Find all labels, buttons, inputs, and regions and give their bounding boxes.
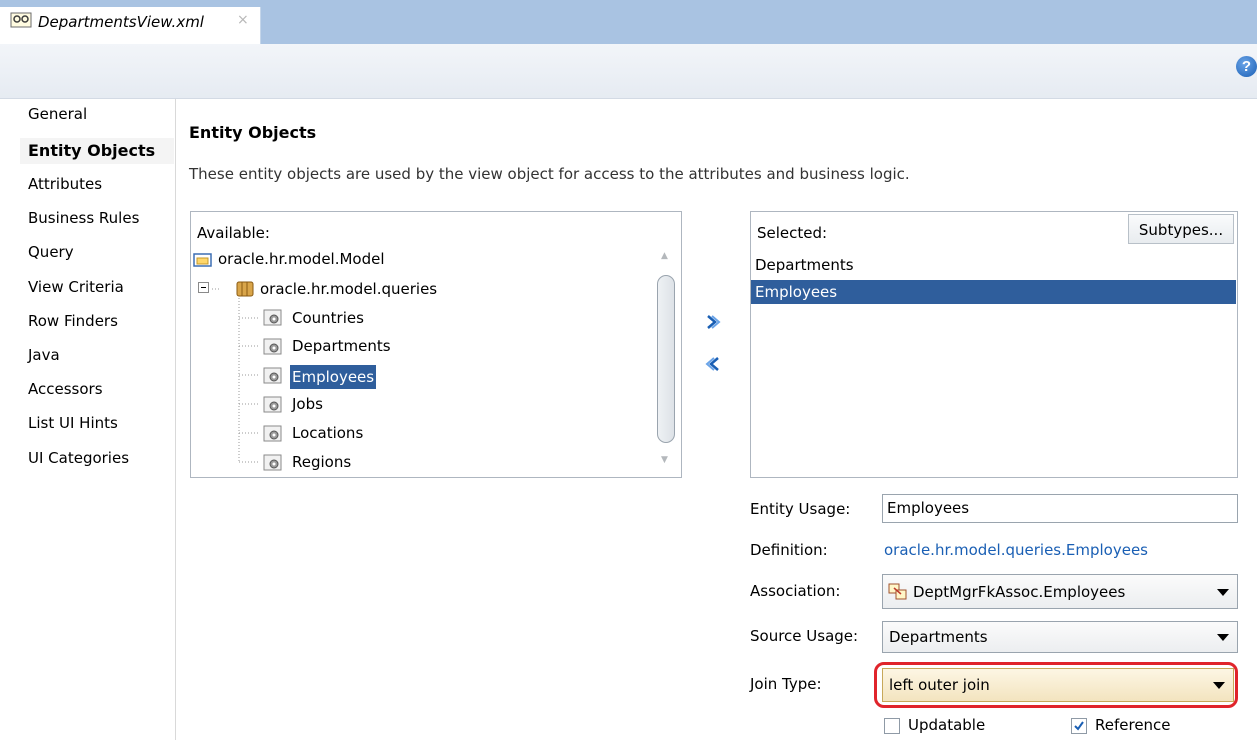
nav-item-accessors[interactable]: Accessors [28, 380, 103, 398]
package-icon [236, 281, 254, 297]
updatable-label[interactable]: Updatable [908, 716, 985, 734]
nav-item-attributes[interactable]: Attributes [28, 175, 102, 193]
reference-checkbox[interactable] [1071, 718, 1087, 734]
tree-item-employees[interactable]: Employees [290, 365, 377, 389]
source-usage-dropdown[interactable]: Departments [882, 621, 1238, 653]
section-description: These entity objects are used by the vie… [189, 165, 910, 183]
xml-file-icon [10, 12, 32, 28]
editor-tab-label[interactable]: DepartmentsView.xml [38, 13, 204, 31]
scrollbar-thumb[interactable] [657, 275, 675, 443]
entity-object-icon [263, 425, 282, 442]
definition-link[interactable]: oracle.hr.model.queries.Employees [884, 541, 1148, 559]
subtypes-button[interactable]: Subtypes... [1128, 214, 1234, 244]
nav-item-java[interactable]: Java [28, 346, 60, 364]
entity-usage-label: Entity Usage: [750, 500, 851, 518]
section-title: Entity Objects [189, 123, 317, 142]
nav-item-view-criteria[interactable]: View Criteria [28, 278, 124, 296]
nav-item-business-rules[interactable]: Business Rules [28, 209, 139, 227]
nav-item-row-finders[interactable]: Row Finders [28, 312, 118, 330]
nav-item-list-ui-hints[interactable]: List UI Hints [28, 414, 118, 432]
tree-item-jobs[interactable]: Jobs [292, 395, 323, 413]
tree-item-countries[interactable]: Countries [292, 309, 364, 327]
selected-item-departments[interactable]: Departments [751, 253, 1236, 277]
reference-label[interactable]: Reference [1095, 716, 1171, 734]
entity-usage-field[interactable]: Employees [882, 494, 1238, 523]
updatable-checkbox[interactable] [884, 718, 900, 734]
tree-item-root[interactable]: oracle.hr.model.Model [218, 250, 385, 268]
source-usage-label: Source Usage: [750, 627, 859, 645]
selected-label: Selected: [757, 224, 828, 242]
collapse-icon[interactable] [198, 282, 211, 295]
scroll-up-arrow[interactable]: ▲ [661, 251, 668, 261]
chevron-down-icon [1217, 589, 1229, 596]
nav-item-entity-objects[interactable]: Entity Objects [28, 141, 155, 160]
checkmark-icon [1074, 721, 1084, 731]
chevron-down-icon [1217, 634, 1229, 641]
tree-item-locations[interactable]: Locations [292, 424, 363, 442]
selected-list-panel[interactable] [750, 211, 1238, 478]
nav-item-ui-categories[interactable]: UI Categories [28, 449, 129, 467]
editor-toolbar [0, 44, 1257, 99]
definition-label: Definition: [750, 541, 828, 559]
entity-object-icon [263, 367, 282, 384]
tree-item-regions[interactable]: Regions [292, 453, 351, 471]
help-icon[interactable]: ? [1236, 56, 1257, 77]
join-type-highlight-annotation [874, 662, 1238, 708]
nav-item-query[interactable]: Query [28, 243, 74, 261]
close-icon[interactable]: × [237, 12, 249, 28]
association-icon [888, 583, 907, 600]
association-dropdown[interactable]: DeptMgrFkAssoc.Employees [882, 574, 1238, 609]
association-label: Association: [750, 582, 841, 600]
entity-object-icon [263, 454, 282, 471]
association-value: DeptMgrFkAssoc.Employees [913, 583, 1126, 601]
tree-item-package[interactable]: oracle.hr.model.queries [260, 280, 437, 298]
selected-item-employees[interactable]: Employees [751, 280, 1236, 304]
entity-object-icon [263, 396, 282, 413]
double-chevron-right-icon[interactable] [705, 313, 721, 331]
nav-item-general[interactable]: General [28, 105, 87, 123]
join-type-label: Join Type: [750, 675, 822, 693]
scroll-down-arrow[interactable]: ▼ [661, 455, 668, 465]
entity-object-icon [263, 338, 282, 355]
folder-icon [193, 253, 212, 267]
entity-object-icon [263, 309, 282, 326]
tree-item-departments[interactable]: Departments [292, 337, 391, 355]
double-chevron-left-icon[interactable] [705, 355, 721, 373]
available-label: Available: [197, 224, 270, 242]
source-usage-value: Departments [889, 628, 988, 646]
